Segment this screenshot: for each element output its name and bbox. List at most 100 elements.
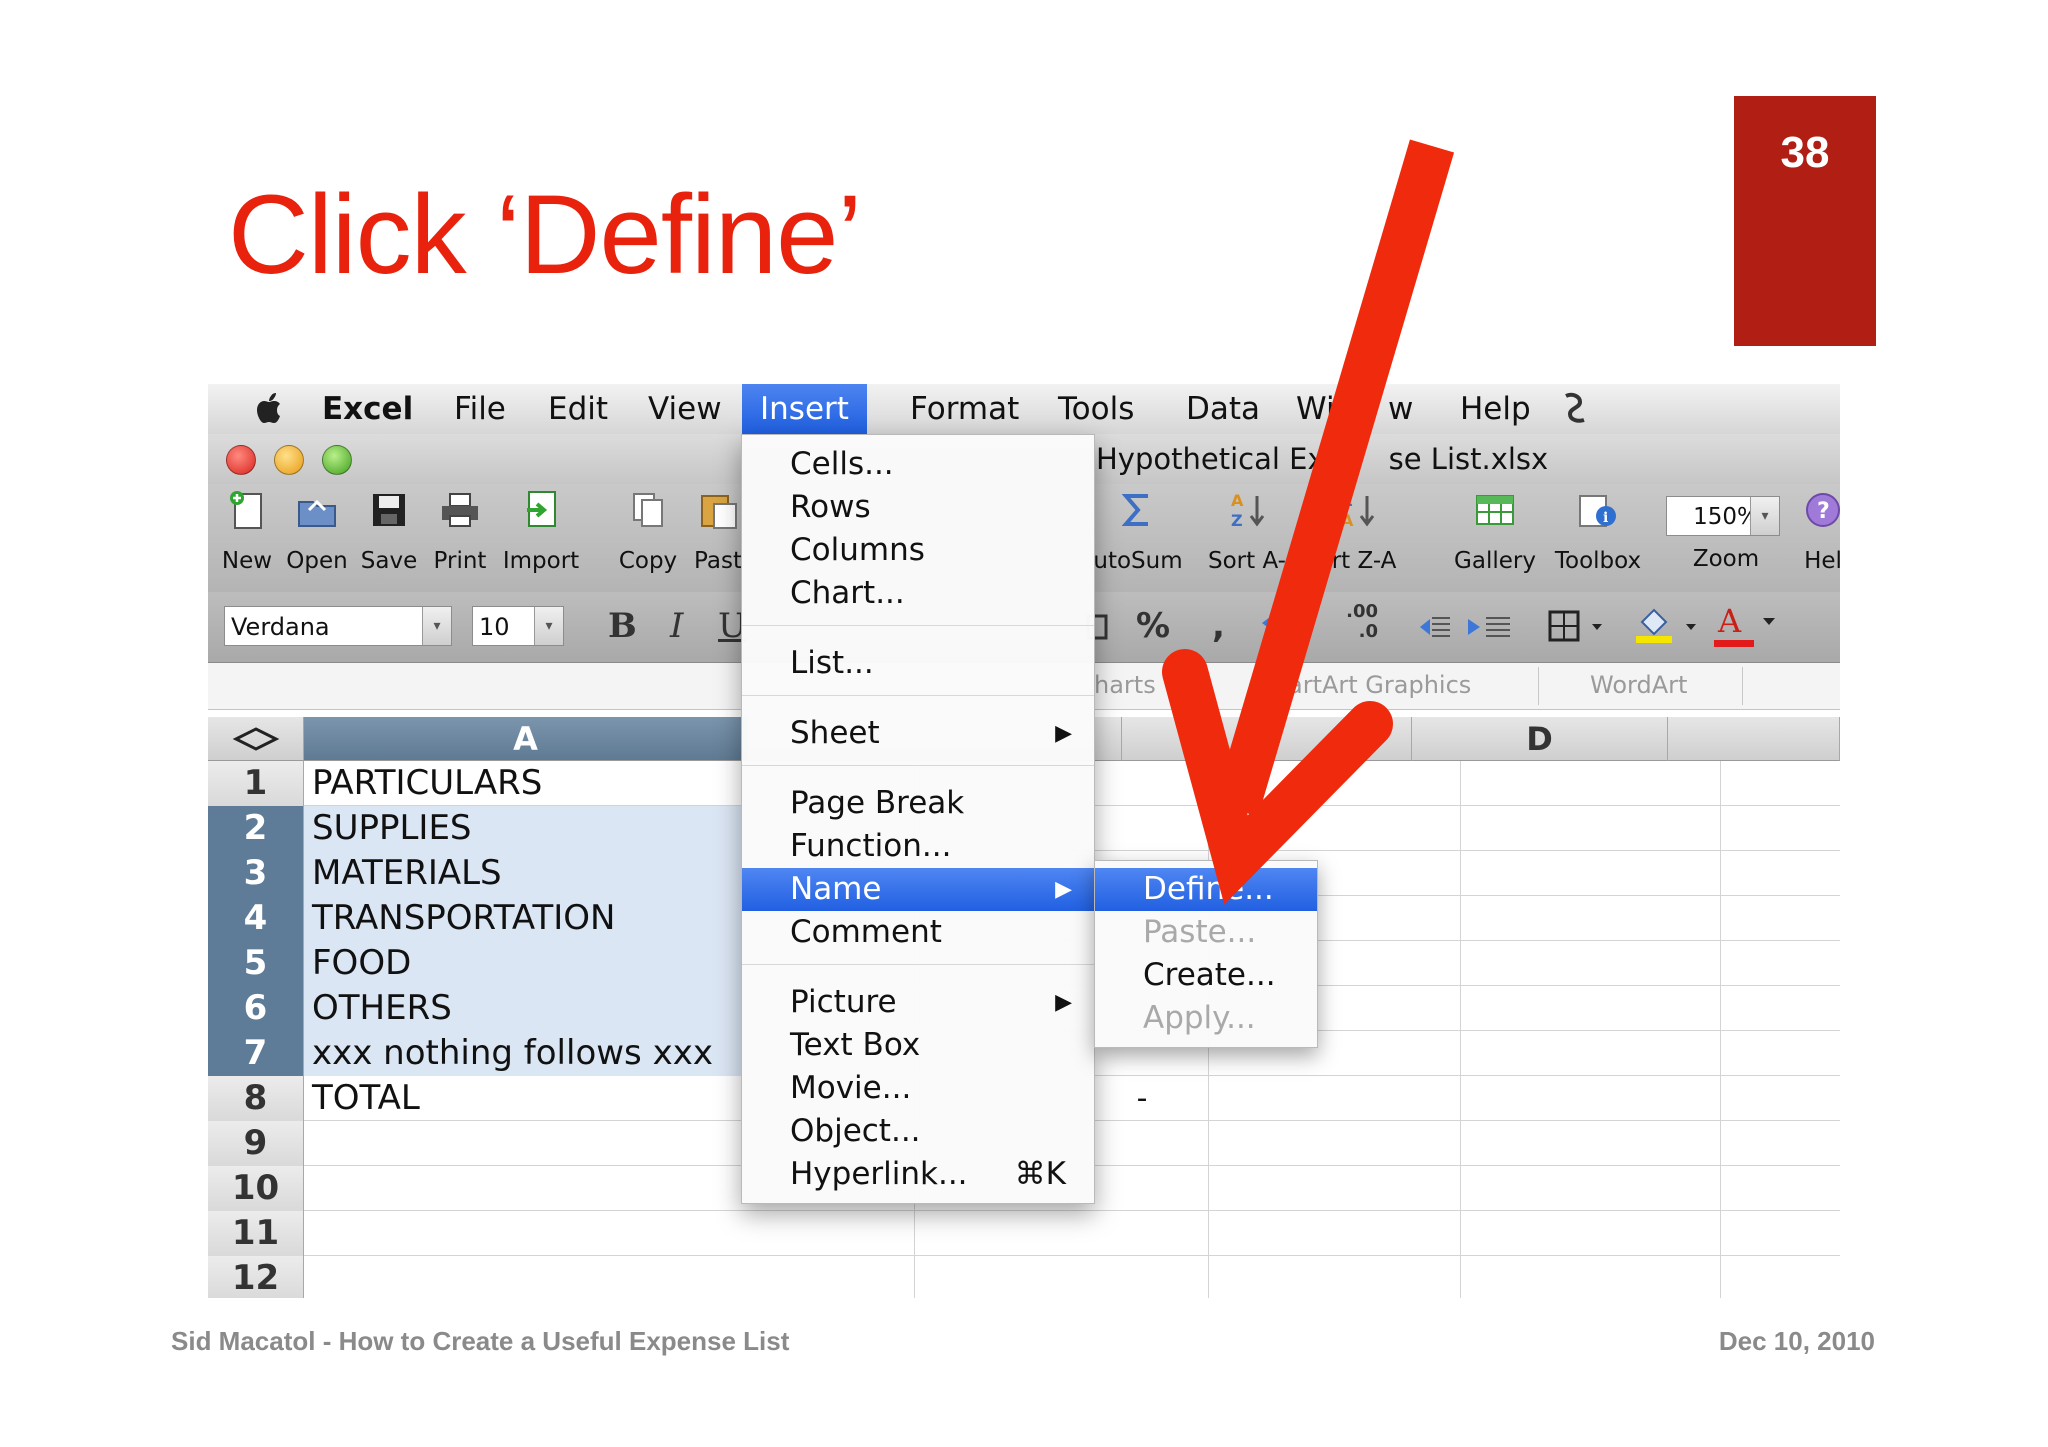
submenu-arrow-icon: ▶ bbox=[1055, 721, 1072, 746]
menu-excel[interactable]: Excel bbox=[304, 384, 431, 434]
menu-item-text-box[interactable]: Text Box bbox=[742, 1024, 1094, 1067]
italic-button[interactable]: I bbox=[670, 606, 683, 646]
menu-item-cells[interactable]: Cells... bbox=[742, 443, 1094, 486]
svg-text:Z: Z bbox=[1231, 511, 1243, 530]
save-button[interactable]: Save bbox=[356, 488, 422, 574]
row-header[interactable]: 6 bbox=[208, 986, 304, 1031]
menu-edit[interactable]: Edit bbox=[530, 384, 626, 434]
total-value-cell[interactable]: - bbox=[1122, 1076, 1162, 1121]
menu-item-movie[interactable]: Movie... bbox=[742, 1067, 1094, 1110]
open-button[interactable]: Open bbox=[282, 488, 352, 574]
gallery-button[interactable]: Gallery bbox=[1448, 488, 1542, 574]
font-color-dropdown-icon[interactable] bbox=[1762, 616, 1776, 626]
row-header[interactable]: 8 bbox=[208, 1076, 304, 1121]
menu-item-function[interactable]: Function... bbox=[742, 825, 1094, 868]
menu-item-name[interactable]: Name ▶ bbox=[742, 868, 1094, 911]
borders-icon[interactable] bbox=[1548, 608, 1608, 644]
row-header[interactable]: 12 bbox=[208, 1256, 304, 1298]
menu-insert[interactable]: Insert bbox=[742, 384, 867, 434]
close-window-icon[interactable] bbox=[226, 445, 256, 475]
paste-button[interactable]: Past bbox=[690, 488, 746, 574]
zoom-control[interactable]: 150% ▾ Zoom bbox=[1666, 488, 1786, 572]
menu-item-comment[interactable]: Comment bbox=[742, 911, 1094, 954]
font-size-dropdown-icon[interactable]: ▾ bbox=[534, 607, 563, 645]
page-number-badge: 38 bbox=[1734, 96, 1876, 346]
decimal-buttons[interactable]: .00 .0 bbox=[1326, 602, 1378, 642]
save-disk-icon bbox=[373, 494, 405, 526]
zoom-window-icon[interactable] bbox=[322, 445, 352, 475]
menu-item-chart[interactable]: Chart... bbox=[742, 572, 1094, 615]
cell-a[interactable] bbox=[304, 1256, 844, 1298]
sort-ascending-button[interactable]: AZ Sort A- bbox=[1200, 488, 1294, 574]
toolbox-button[interactable]: i Toolbox bbox=[1546, 488, 1650, 574]
ribbon-group-smartart[interactable]: artArt Graphics bbox=[1288, 671, 1471, 699]
menu-data[interactable]: Data bbox=[1168, 384, 1278, 434]
help-button[interactable]: ? Hel bbox=[1800, 488, 1840, 574]
fill-color-icon[interactable] bbox=[1632, 604, 1704, 646]
decrease-indent-arrow-icon[interactable] bbox=[1254, 608, 1284, 638]
menu-window-left[interactable]: Win bbox=[1278, 384, 1372, 434]
toolbox-icon: i bbox=[1579, 495, 1616, 527]
script-menu-icon[interactable] bbox=[1560, 392, 1590, 426]
menu-item-sheet[interactable]: Sheet ▶ bbox=[742, 712, 1094, 755]
sort-descending-button[interactable]: ZA ort Z-A bbox=[1308, 488, 1406, 574]
copy-button[interactable]: Copy bbox=[612, 488, 684, 574]
row-header[interactable]: 4 bbox=[208, 896, 304, 941]
row-header[interactable]: 10 bbox=[208, 1166, 304, 1211]
column-header-e[interactable] bbox=[1668, 717, 1840, 761]
increase-decimal-label[interactable]: .00 bbox=[1326, 602, 1378, 622]
ribbon-group-charts[interactable]: harts bbox=[1094, 671, 1156, 699]
decrease-decimal-label[interactable]: .0 bbox=[1326, 622, 1378, 642]
submenu-item-apply[interactable]: Apply... bbox=[1095, 997, 1317, 1040]
zoom-select[interactable]: 150% ▾ bbox=[1666, 496, 1780, 536]
autosum-button[interactable]: utoSum bbox=[1088, 488, 1188, 574]
menu-item-picture[interactable]: Picture ▶ bbox=[742, 981, 1094, 1024]
bold-button[interactable]: B bbox=[608, 606, 637, 646]
svg-text:A: A bbox=[1341, 511, 1354, 530]
menu-item-list[interactable]: List... bbox=[742, 642, 1094, 685]
minimize-window-icon[interactable] bbox=[274, 445, 304, 475]
menu-window-right[interactable]: w bbox=[1370, 384, 1431, 434]
percent-style-button[interactable]: % bbox=[1136, 606, 1170, 646]
row-header[interactable]: 11 bbox=[208, 1211, 304, 1256]
new-label: New bbox=[221, 548, 273, 574]
menu-item-rows[interactable]: Rows bbox=[742, 486, 1094, 529]
menu-file[interactable]: File bbox=[436, 384, 524, 434]
row-header[interactable]: 5 bbox=[208, 941, 304, 986]
menu-item-hyperlink[interactable]: Hyperlink... ⌘K bbox=[742, 1153, 1094, 1196]
font-name-select[interactable]: Verdana ▾ bbox=[224, 606, 452, 646]
row-header[interactable]: 9 bbox=[208, 1121, 304, 1166]
menu-tools[interactable]: Tools bbox=[1040, 384, 1152, 434]
increase-indent-icon[interactable] bbox=[1466, 612, 1514, 642]
menu-view[interactable]: View bbox=[630, 384, 740, 434]
cell-a[interactable] bbox=[304, 1211, 844, 1256]
menu-format[interactable]: Format bbox=[892, 384, 1037, 434]
select-all-corner[interactable] bbox=[208, 717, 304, 761]
row-header[interactable]: 1 bbox=[208, 761, 304, 806]
row-header[interactable]: 7 bbox=[208, 1031, 304, 1076]
submenu-item-create[interactable]: Create... bbox=[1095, 954, 1317, 997]
decrease-indent-icon[interactable] bbox=[1404, 612, 1452, 642]
toolbox-label: Toolbox bbox=[1554, 548, 1642, 574]
submenu-item-paste[interactable]: Paste... bbox=[1095, 911, 1317, 954]
row-header[interactable]: 2 bbox=[208, 806, 304, 851]
font-color-button[interactable]: A bbox=[1712, 602, 1784, 650]
column-header-a[interactable]: A bbox=[304, 717, 748, 761]
print-button[interactable]: Print bbox=[426, 488, 494, 574]
apple-logo-icon[interactable] bbox=[252, 390, 288, 428]
zoom-dropdown-icon[interactable]: ▾ bbox=[1750, 497, 1779, 535]
new-button[interactable]: New bbox=[214, 488, 280, 574]
column-header-c[interactable] bbox=[1122, 717, 1412, 761]
font-name-dropdown-icon[interactable]: ▾ bbox=[422, 607, 451, 645]
row-header[interactable]: 3 bbox=[208, 851, 304, 896]
ribbon-group-wordart[interactable]: WordArt bbox=[1590, 671, 1687, 699]
menu-help[interactable]: Help bbox=[1442, 384, 1549, 434]
comma-style-button[interactable]: , bbox=[1212, 606, 1225, 646]
menu-item-page-break[interactable]: Page Break bbox=[742, 782, 1094, 825]
column-header-d[interactable]: D bbox=[1412, 717, 1668, 761]
menu-item-columns[interactable]: Columns bbox=[742, 529, 1094, 572]
font-size-select[interactable]: 10 ▾ bbox=[472, 606, 564, 646]
import-button[interactable]: Import bbox=[498, 488, 584, 574]
submenu-item-define[interactable]: Define... bbox=[1095, 868, 1317, 911]
menu-item-object[interactable]: Object... bbox=[742, 1110, 1094, 1153]
